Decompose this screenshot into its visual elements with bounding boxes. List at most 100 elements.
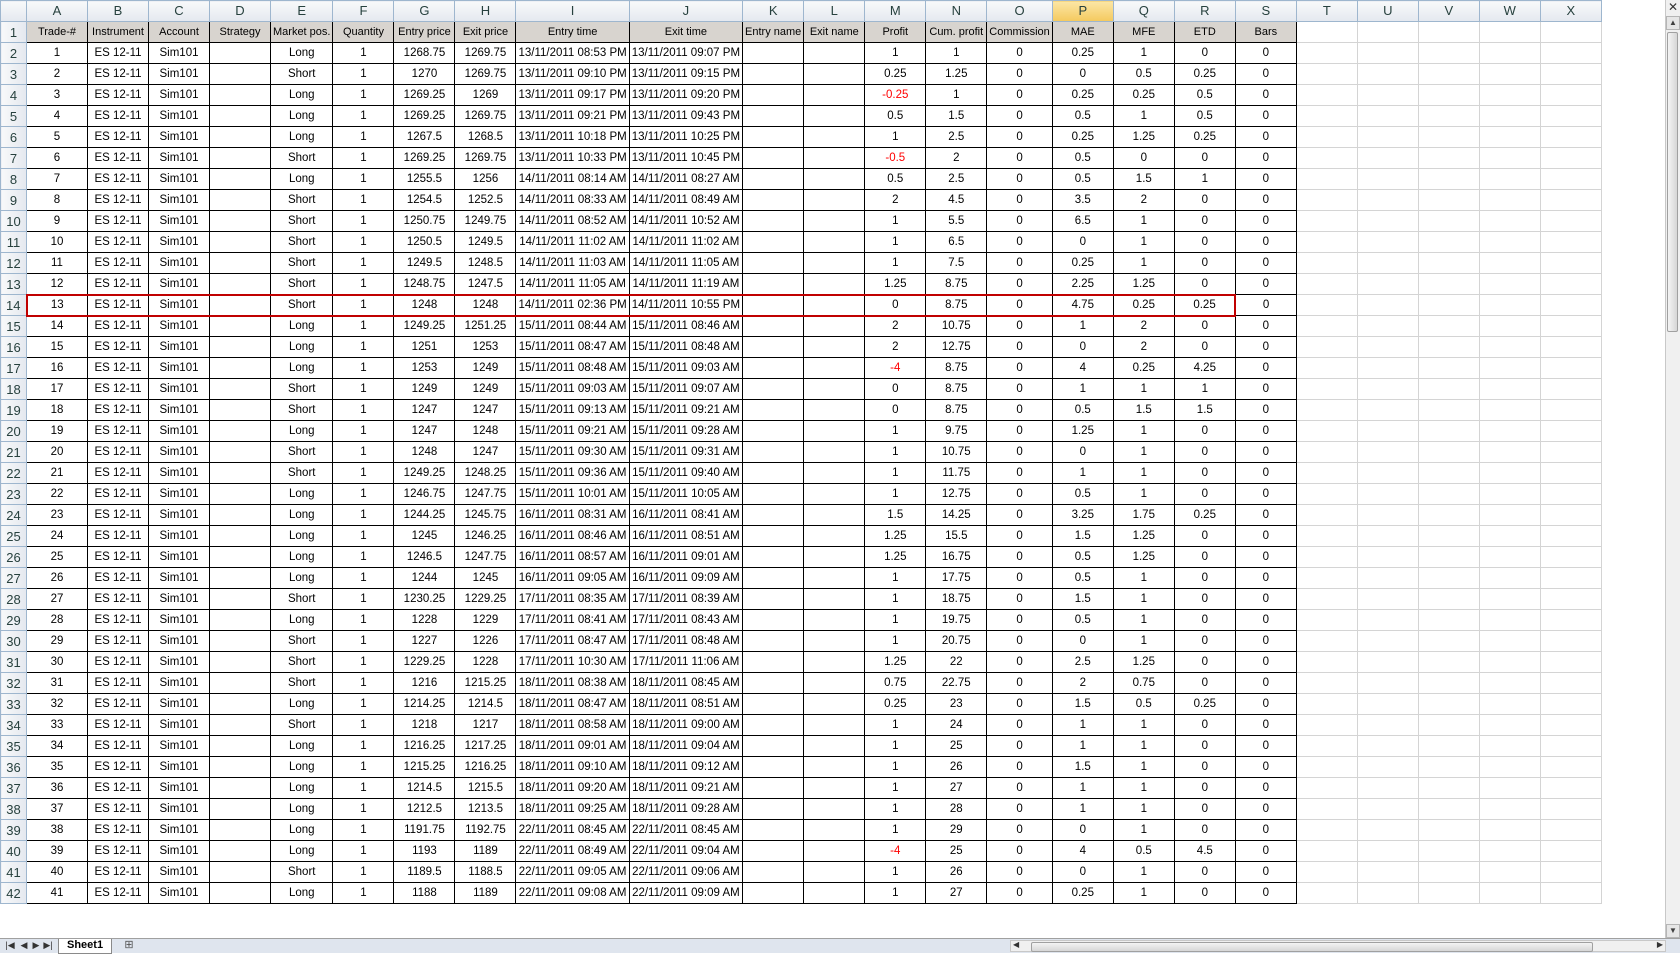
empty-cell[interactable] (1539, 714, 1602, 736)
horizontal-scroll-thumb[interactable] (1031, 942, 1593, 952)
cell[interactable]: 22.75 (925, 672, 988, 694)
cell[interactable]: 1 (332, 609, 395, 631)
cell[interactable]: 1192.75 (454, 819, 517, 841)
cell[interactable]: 1 (1112, 483, 1175, 505)
cell[interactable]: 0 (1234, 63, 1297, 85)
empty-cell[interactable] (1356, 525, 1419, 547)
cell[interactable] (803, 462, 866, 484)
cell[interactable]: 16/11/2011 08:31 AM (515, 504, 630, 526)
cell[interactable]: Sim101 (148, 336, 210, 358)
cell[interactable]: ES 12-11 (87, 399, 149, 421)
row-header-17[interactable]: 17 (0, 357, 27, 379)
empty-cell[interactable] (1356, 336, 1419, 358)
cell[interactable]: 1 (332, 252, 395, 274)
empty-cell[interactable] (1478, 189, 1541, 211)
column-header-w[interactable]: W (1478, 0, 1541, 22)
cell[interactable]: 14/11/2011 08:49 AM (628, 189, 744, 211)
cell[interactable]: 0.25 (1173, 693, 1236, 715)
cell[interactable]: 15/11/2011 08:46 AM (628, 315, 744, 337)
empty-cell[interactable] (1295, 756, 1358, 778)
cell[interactable] (209, 588, 271, 610)
cell[interactable]: Sim101 (148, 567, 210, 589)
cell[interactable] (742, 504, 805, 526)
cell[interactable] (803, 231, 866, 253)
cell[interactable]: 6.5 (925, 231, 988, 253)
cell[interactable]: 0 (1173, 672, 1236, 694)
empty-cell[interactable] (1417, 630, 1480, 652)
cell[interactable]: 15/11/2011 09:36 AM (515, 462, 630, 484)
cell[interactable]: 0 (986, 861, 1053, 883)
empty-cell[interactable] (1539, 231, 1602, 253)
cell[interactable]: 0 (1234, 693, 1297, 715)
cell[interactable]: 1248.5 (454, 252, 517, 274)
cell[interactable] (742, 315, 805, 337)
empty-cell[interactable] (1295, 462, 1358, 484)
cell[interactable]: Sim101 (148, 882, 210, 904)
empty-cell[interactable] (1417, 336, 1480, 358)
empty-cell[interactable] (1539, 441, 1602, 463)
cell[interactable]: 0.25 (1051, 126, 1114, 148)
cell[interactable]: 0 (1234, 273, 1297, 295)
cell[interactable]: -4 (864, 357, 927, 379)
cell[interactable]: 1254.5 (393, 189, 456, 211)
empty-cell[interactable] (1478, 672, 1541, 694)
empty-cell[interactable] (1356, 819, 1419, 841)
cell[interactable]: Short (269, 147, 334, 169)
cell[interactable]: 1 (332, 777, 395, 799)
cell[interactable]: 31 (26, 672, 88, 694)
cell[interactable]: 1246.25 (454, 525, 517, 547)
cell[interactable]: 41 (26, 882, 88, 904)
empty-cell[interactable] (1417, 714, 1480, 736)
empty-cell[interactable] (1539, 378, 1602, 400)
cell[interactable]: 9.75 (925, 420, 988, 442)
cell[interactable]: 0 (1051, 63, 1114, 85)
empty-cell[interactable] (1295, 714, 1358, 736)
cell[interactable] (803, 714, 866, 736)
cell[interactable]: 0 (986, 168, 1053, 190)
cell[interactable]: 1 (1112, 252, 1175, 274)
cell[interactable]: Short (269, 293, 334, 317)
cell[interactable]: 1 (332, 483, 395, 505)
cell[interactable]: 0 (1234, 798, 1297, 820)
empty-cell[interactable] (1417, 231, 1480, 253)
cell[interactable]: 5 (26, 126, 88, 148)
empty-cell[interactable] (1478, 441, 1541, 463)
cell[interactable] (803, 735, 866, 757)
cell[interactable]: 13/11/2011 09:20 PM (628, 84, 744, 106)
empty-cell[interactable] (1478, 42, 1541, 64)
cell[interactable]: ES 12-11 (87, 882, 149, 904)
cell[interactable]: 0 (986, 84, 1053, 106)
cell[interactable]: 1216 (393, 672, 456, 694)
cell[interactable]: ES 12-11 (87, 357, 149, 379)
cell[interactable] (742, 231, 805, 253)
empty-cell[interactable] (1417, 378, 1480, 400)
empty-cell[interactable] (1478, 630, 1541, 652)
cell[interactable]: 1 (864, 609, 927, 631)
cell[interactable]: 1215.25 (393, 756, 456, 778)
empty-cell[interactable] (1417, 168, 1480, 190)
column-title-cell[interactable]: Profit (864, 21, 927, 43)
cell[interactable]: 0 (1173, 630, 1236, 652)
cell[interactable]: 2.25 (1051, 273, 1114, 295)
cell[interactable]: 17/11/2011 08:41 AM (515, 609, 630, 631)
cell[interactable] (209, 735, 271, 757)
cell[interactable]: 1245 (454, 567, 517, 589)
empty-cell[interactable] (1417, 210, 1480, 232)
cell[interactable]: 1269.25 (393, 105, 456, 127)
cell[interactable]: 1 (1051, 315, 1114, 337)
cell[interactable]: Sim101 (148, 126, 210, 148)
cell[interactable]: 1252.5 (454, 189, 517, 211)
cell[interactable]: 1 (332, 420, 395, 442)
empty-cell[interactable] (1539, 546, 1602, 568)
cell[interactable]: Short (269, 630, 334, 652)
cell[interactable]: 0 (1234, 462, 1297, 484)
row-header-14[interactable]: 14 (0, 294, 27, 316)
cell[interactable]: 0 (986, 189, 1053, 211)
empty-cell[interactable] (1539, 273, 1602, 295)
cell[interactable] (209, 630, 271, 652)
empty-cell[interactable] (1417, 819, 1480, 841)
cell[interactable]: Long (269, 756, 334, 778)
cell[interactable]: 1249 (454, 378, 517, 400)
cell[interactable]: 0 (986, 777, 1053, 799)
row-header-35[interactable]: 35 (0, 735, 27, 757)
